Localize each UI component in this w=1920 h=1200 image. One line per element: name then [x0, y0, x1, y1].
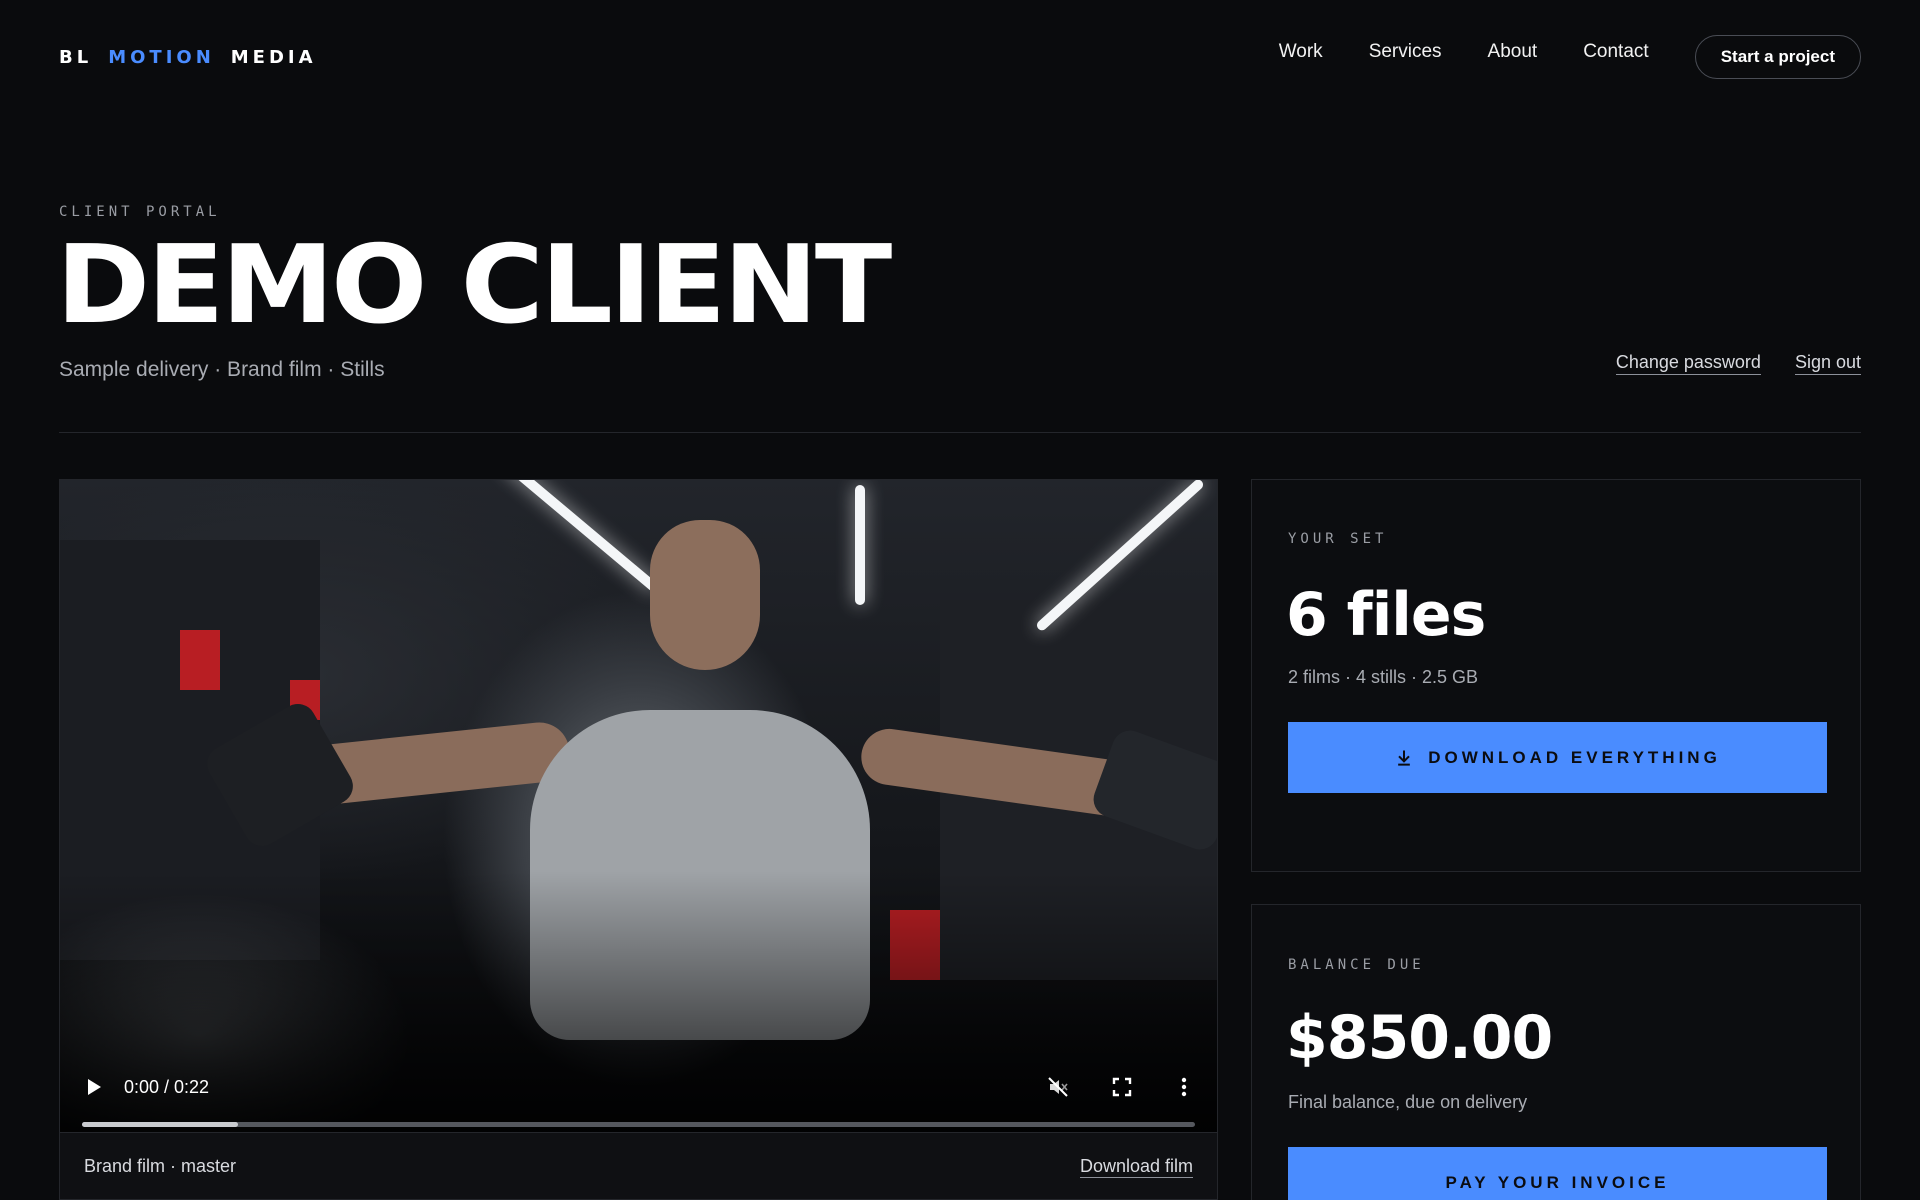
pay-invoice-label: PAY YOUR INVOICE — [1445, 1172, 1670, 1192]
set-summary: 2 films · 4 stills · 2.5 GB — [1288, 667, 1479, 687]
portal-eyebrow: CLIENT PORTAL — [59, 204, 221, 220]
main-nav: Work Services About Contact Start a proj… — [1279, 35, 1861, 79]
video-overlay — [60, 480, 1217, 1132]
site-header: BL MOTION MEDIA Work Services About Cont… — [59, 34, 1861, 80]
video-footer: Brand film · master Download film — [60, 1132, 1217, 1200]
page-subtitle: Sample delivery · Brand film · Stills — [59, 358, 385, 381]
start-project-button[interactable]: Start a project — [1694, 35, 1861, 79]
video-caption: Brand film · master — [84, 1156, 237, 1176]
video-card: 0:00 / 0:22 Brand film · master Download… — [59, 479, 1218, 1200]
brand-part-3: MEDIA — [230, 46, 317, 68]
nav-work[interactable]: Work — [1279, 41, 1323, 63]
nav-contact[interactable]: Contact — [1583, 41, 1648, 63]
video-progress-fill — [82, 1122, 238, 1127]
your-set-label: YOUR SET — [1288, 531, 1388, 547]
mute-icon[interactable] — [1046, 1075, 1070, 1099]
video-progress-bar[interactable] — [82, 1122, 1195, 1127]
brand-part-2: MOTION — [108, 46, 215, 68]
balance-amount: $850.00 — [1286, 1003, 1553, 1073]
change-password-link[interactable]: Change password — [1615, 352, 1761, 375]
download-icon — [1398, 750, 1411, 766]
divider — [59, 432, 1861, 433]
nav-about[interactable]: About — [1488, 41, 1538, 63]
fullscreen-icon[interactable] — [1110, 1075, 1134, 1099]
brand-logo[interactable]: BL MOTION MEDIA — [59, 47, 317, 68]
download-everything-label: DOWNLOAD EVERYTHING — [1428, 747, 1721, 767]
more-icon[interactable] — [1172, 1075, 1196, 1099]
video-controls: 0:00 / 0:22 — [60, 1042, 1217, 1132]
balance-panel: BALANCE DUE $850.00 Final balance, due o… — [1251, 904, 1861, 1200]
download-film-link[interactable]: Download film — [1079, 1156, 1193, 1178]
pay-invoice-button[interactable]: PAY YOUR INVOICE — [1288, 1147, 1827, 1200]
sign-out-link[interactable]: Sign out — [1794, 352, 1861, 375]
download-everything-button[interactable]: DOWNLOAD EVERYTHING — [1288, 722, 1827, 793]
brand-part-1: BL — [59, 46, 93, 68]
account-links: Change password Sign out — [1615, 352, 1861, 375]
video-player[interactable]: 0:00 / 0:22 — [60, 480, 1217, 1132]
nav-services[interactable]: Services — [1369, 41, 1442, 63]
file-count: 6 files — [1286, 580, 1486, 650]
balance-note: Final balance, due on delivery — [1288, 1092, 1528, 1112]
video-time: 0:00 / 0:22 — [124, 1077, 210, 1097]
your-set-panel: YOUR SET 6 files 2 films · 4 stills · 2.… — [1251, 479, 1861, 872]
play-icon[interactable] — [88, 1079, 101, 1095]
page-title: DEMO CLIENT — [56, 223, 892, 348]
balance-label: BALANCE DUE — [1288, 957, 1425, 973]
